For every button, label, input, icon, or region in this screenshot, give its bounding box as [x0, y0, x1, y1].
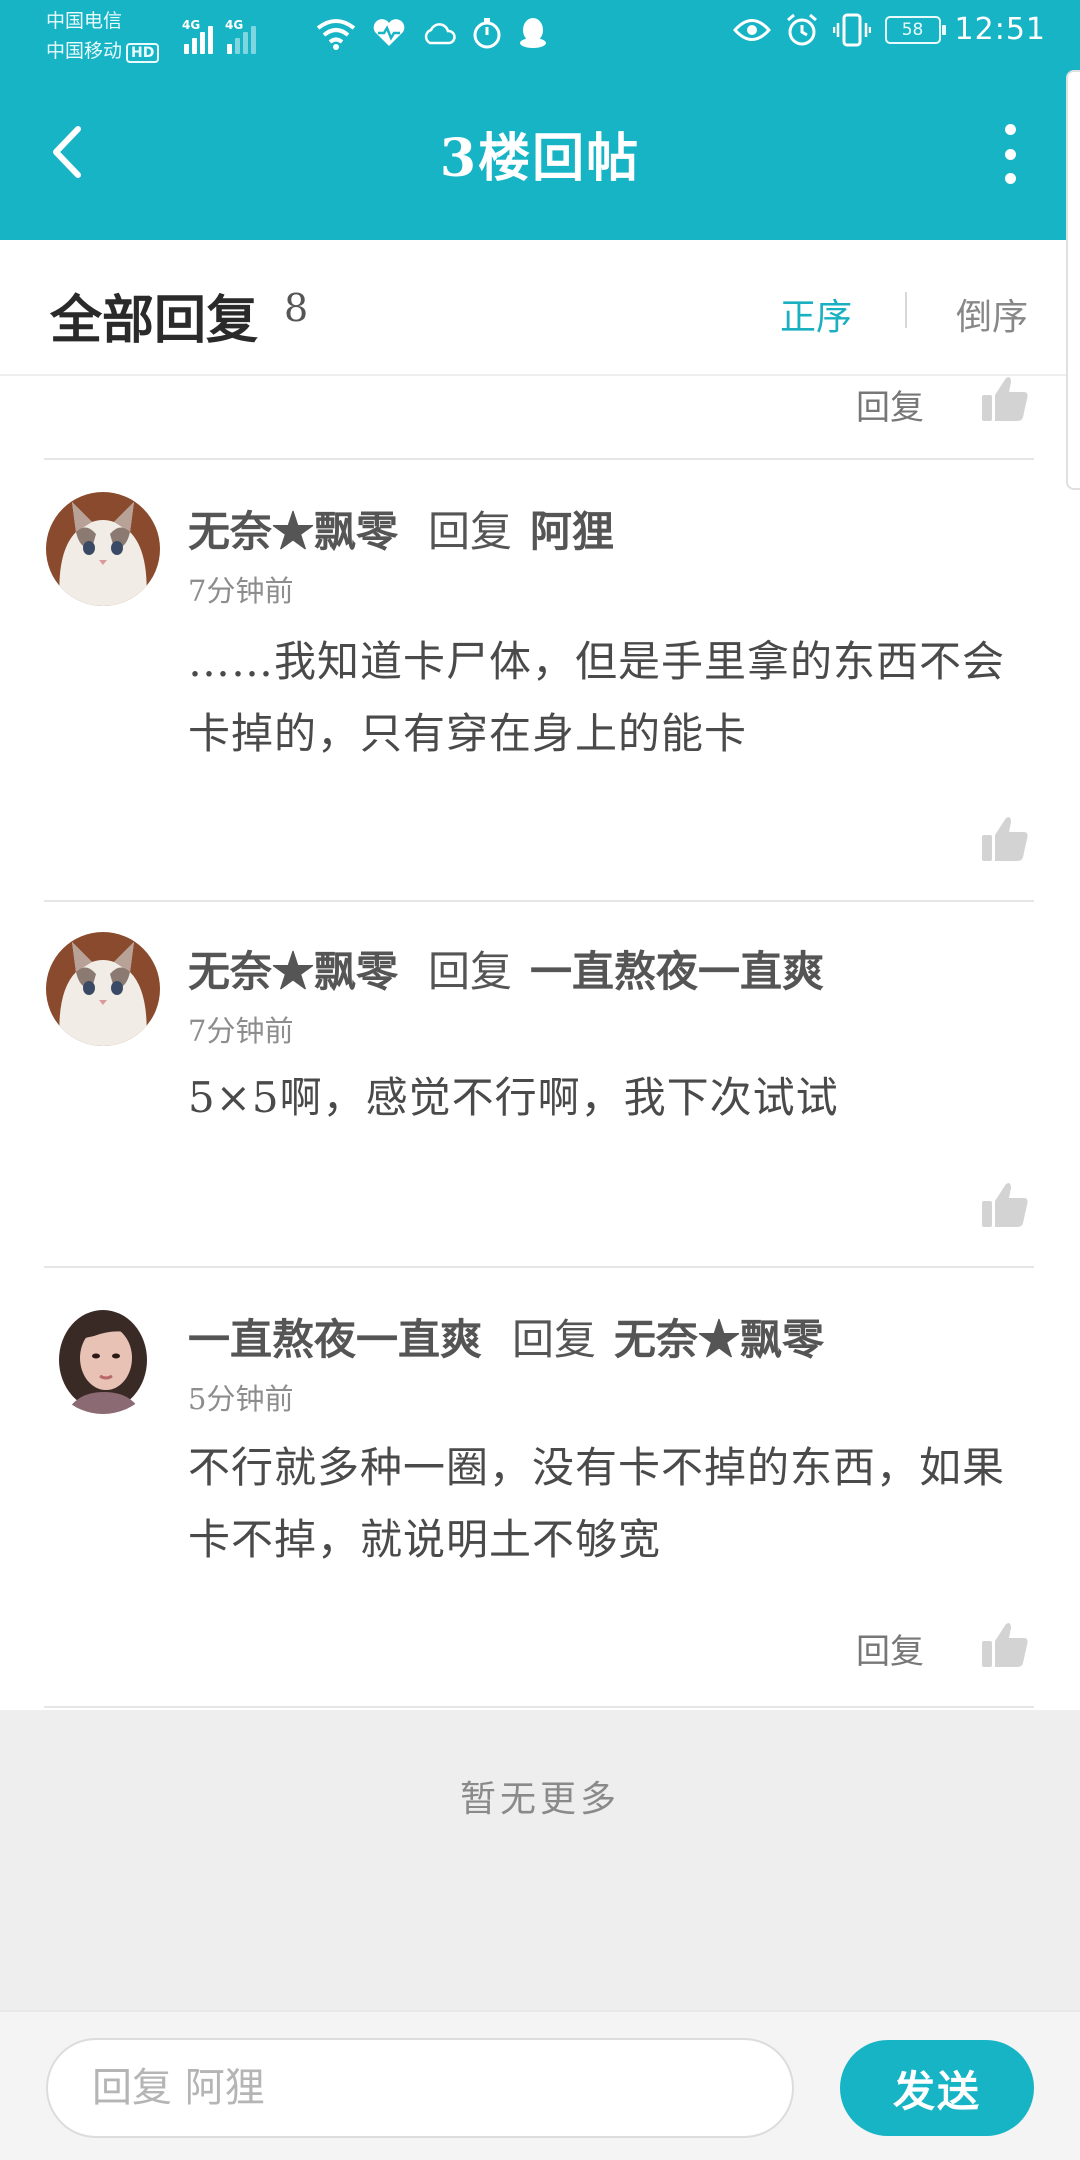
all-replies-title: 全部回复 [50, 290, 259, 351]
avatar[interactable] [46, 492, 160, 606]
page-title: 3楼回帖 [439, 128, 641, 189]
cat-avatar-icon [46, 492, 160, 606]
list-divider [44, 1706, 1034, 1708]
avatar[interactable] [46, 1300, 160, 1414]
status-icons-left [316, 16, 548, 50]
reply-target-username[interactable]: 阿狸 [530, 507, 614, 556]
more-dot-icon [1004, 148, 1016, 160]
reply-content[interactable]: 5×5啊，感觉不行啊，我下次试试 [188, 1062, 1028, 1134]
sort-ascending-tab[interactable]: 正序 [780, 288, 852, 340]
list-item-partial: 回复 [0, 376, 1080, 460]
carrier-1-label: 中国电信 [46, 10, 123, 32]
reply-content[interactable]: 不行就多种一圈，没有卡不掉的东西，如果卡不掉，就说明土不够宽 [188, 1432, 1028, 1576]
reply-list-header: 全部回复 8 正序 倒序 [0, 240, 1080, 376]
more-dot-icon [1004, 124, 1016, 135]
avatar[interactable] [46, 932, 160, 1046]
thumbs-up-icon[interactable] [980, 814, 1030, 864]
reply-username[interactable]: 一直熬夜一直爽 [188, 1315, 482, 1364]
more-dot-icon [1004, 173, 1016, 184]
reply-item: 无奈★飘零 回复 一直熬夜一直爽 7分钟前 5×5啊，感觉不行啊，我下次试试 [0, 902, 1080, 1266]
cat-avatar-icon [46, 932, 160, 1046]
reply-username[interactable]: 无奈★飘零 [188, 947, 398, 996]
reply-target-username[interactable]: 一直熬夜一直爽 [530, 947, 824, 996]
carrier-2-label: 中国移动 [46, 40, 123, 62]
thumbs-up-icon[interactable] [980, 374, 1030, 424]
more-options-button[interactable] [998, 124, 1022, 184]
nav-bar: 3楼回帖 [0, 72, 1080, 240]
eye-comfort-icon [732, 18, 771, 41]
alarm-clock-icon [786, 13, 817, 45]
reply-timestamp: 7分钟前 [188, 574, 294, 608]
vibrate-icon [832, 13, 871, 46]
reply-count: 8 [284, 286, 309, 330]
reply-timestamp: 7分钟前 [188, 1014, 294, 1048]
status-bar: 中国电信 中国移动 HD 4G 4G 58 12:51 [0, 0, 1080, 72]
hd-badge: HD [126, 43, 160, 63]
list-end-area: 暂无更多 [0, 1710, 1080, 2010]
top-bar: 中国电信 中国移动 HD 4G 4G 58 12:51 3楼回帖 [0, 0, 1080, 240]
sort-divider [905, 292, 907, 328]
weather-cloud-icon [424, 23, 456, 45]
qq-penguin-icon [520, 18, 546, 48]
signal-indicators: 4G 4G [182, 14, 256, 54]
reply-verb: 回复 [428, 507, 513, 556]
reply-timestamp: 5分钟前 [188, 1382, 294, 1416]
status-icons-right: 58 12:51 [732, 12, 1046, 47]
reply-link[interactable]: 回复 [856, 380, 924, 429]
reply-item: 一直熬夜一直爽 回复 无奈★飘零 5分钟前 不行就多种一圈，没有卡不掉的东西，如果卡… [0, 1268, 1080, 1708]
reply-content[interactable]: ……我知道卡尸体，但是手里拿的东西不会卡掉的，只有穿在身上的能卡 [188, 626, 1028, 770]
status-clock: 12:51 [954, 12, 1046, 47]
reply-input-bar: 发送 [0, 2010, 1080, 2160]
reply-meta: 无奈★飘零 回复 一直熬夜一直爽 [188, 938, 824, 999]
reply-username[interactable]: 无奈★飘零 [188, 507, 398, 556]
reply-meta: 一直熬夜一直爽 回复 无奈★飘零 [188, 1306, 824, 1367]
wifi-icon [316, 19, 356, 50]
reply-verb: 回复 [428, 947, 513, 996]
woman-avatar-icon [46, 1300, 160, 1414]
reply-verb: 回复 [512, 1315, 597, 1364]
network-type-2: 4G [225, 18, 244, 32]
reply-target-username[interactable]: 无奈★飘零 [614, 1315, 824, 1364]
battery-indicator: 58 [884, 15, 946, 44]
stopwatch-icon [473, 18, 501, 49]
carrier-info: 中国电信 中国移动 HD [46, 6, 160, 66]
app-root: 中国电信 中国移动 HD 4G 4G 58 12:51 3楼回帖 全部回复 8 … [0, 0, 1080, 2160]
reply-input[interactable] [46, 2038, 794, 2138]
signal-icon-1: 4G [182, 18, 213, 54]
reply-link[interactable]: 回复 [856, 1624, 924, 1673]
send-button[interactable]: 发送 [840, 2040, 1034, 2136]
no-more-label: 暂无更多 [459, 1779, 620, 1820]
reply-item: 无奈★飘零 回复 阿狸 7分钟前 ……我知道卡尸体，但是手里拿的东西不会卡掉的，只有… [0, 460, 1080, 900]
signal-icon-2: 4G [225, 18, 256, 54]
sort-descending-tab[interactable]: 倒序 [956, 288, 1028, 340]
reply-meta: 无奈★飘零 回复 阿狸 [188, 498, 614, 559]
thumbs-up-icon[interactable] [980, 1180, 1030, 1230]
health-heart-icon [373, 19, 405, 46]
thumbs-up-icon[interactable] [980, 1620, 1030, 1670]
network-type-1: 4G [182, 18, 201, 32]
